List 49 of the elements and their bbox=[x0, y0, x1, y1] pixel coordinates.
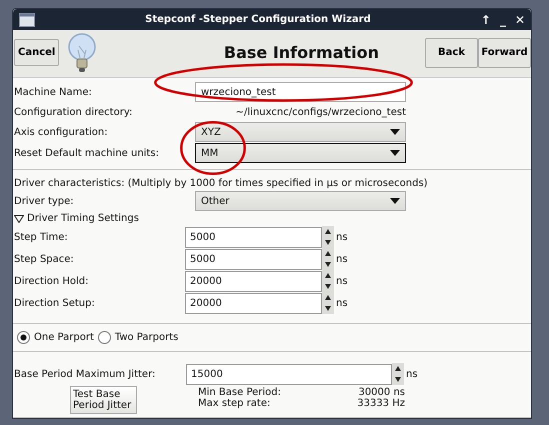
unit-label: ns bbox=[335, 276, 349, 286]
field-label: Step Space: bbox=[14, 254, 75, 264]
back-button[interactable]: Back bbox=[425, 38, 478, 68]
dropdown-arrow-icon bbox=[389, 197, 401, 205]
directory-path: ~/linuxcnc/configs/wrzeciono_test bbox=[234, 106, 406, 120]
spin-arrows-icon bbox=[322, 226, 334, 248]
unit-label: ns bbox=[335, 298, 349, 308]
test-jitter-button[interactable]: Test Base Period Jitter bbox=[70, 386, 137, 414]
expander[interactable]: Driver Timing Settings bbox=[14, 213, 531, 224]
spin-arrows-icon bbox=[392, 363, 404, 385]
unit-label: ns bbox=[335, 232, 349, 242]
spin-field[interactable]: 5000 bbox=[185, 226, 322, 248]
units-dropdown[interactable]: MM bbox=[195, 143, 406, 163]
annotation-ellipse bbox=[180, 120, 246, 176]
dropdown-arrow-icon bbox=[389, 149, 401, 157]
radio-button[interactable]: Two Parports bbox=[98, 331, 178, 344]
cancel-button[interactable]: Cancel bbox=[14, 39, 60, 66]
field-label: Step Time: bbox=[14, 232, 69, 242]
stat-value: 30000 ns bbox=[357, 388, 405, 398]
radio-button[interactable]: One Parport bbox=[17, 331, 94, 344]
spin-arrows-icon bbox=[322, 292, 334, 314]
field-label: Machine Name: bbox=[14, 86, 93, 98]
stat-label: Max step rate: bbox=[198, 398, 272, 409]
spin-field[interactable]: 5000 bbox=[185, 248, 322, 270]
field-label: Axis configuration: bbox=[14, 126, 109, 138]
field-label: Driver type: bbox=[14, 196, 75, 206]
window-control-button[interactable]: _ bbox=[500, 12, 506, 26]
stat-label: Min Base Period: bbox=[198, 388, 282, 398]
page-heading: Base Information bbox=[222, 43, 380, 62]
spin-field[interactable]: 20000 bbox=[185, 270, 322, 292]
field-label: Configuration directory: bbox=[14, 106, 134, 118]
window-title: Stepconf -Stepper Configuration Wizard bbox=[144, 14, 372, 25]
stat-value: 33333 Hz bbox=[356, 398, 405, 409]
field-label: Reset Default machine units: bbox=[14, 148, 160, 158]
unit-label: ns bbox=[405, 368, 419, 380]
spin-field[interactable]: 20000 bbox=[185, 292, 322, 314]
dropdown-arrow-icon bbox=[389, 128, 401, 136]
driver-note: Driver characteristics: (Multiply by 1000 for times specified in µs or microseconds) bbox=[14, 178, 429, 189]
window-control-button[interactable]: ↑ bbox=[480, 12, 491, 26]
axis-dropdown[interactable]: XYZ bbox=[195, 122, 406, 142]
window-control-button[interactable]: ✕ bbox=[514, 12, 525, 26]
driver-type-dropdown[interactable]: Other bbox=[195, 191, 406, 211]
field-label: Direction Setup: bbox=[14, 298, 96, 308]
forward-button[interactable]: Forward bbox=[478, 38, 531, 68]
field-label: Base Period Maximum Jitter: bbox=[14, 368, 156, 380]
spin-field[interactable]: 15000 bbox=[186, 364, 392, 384]
field-label: Direction Hold: bbox=[14, 276, 90, 286]
window-icon bbox=[19, 12, 35, 26]
unit-label: ns bbox=[335, 254, 349, 264]
